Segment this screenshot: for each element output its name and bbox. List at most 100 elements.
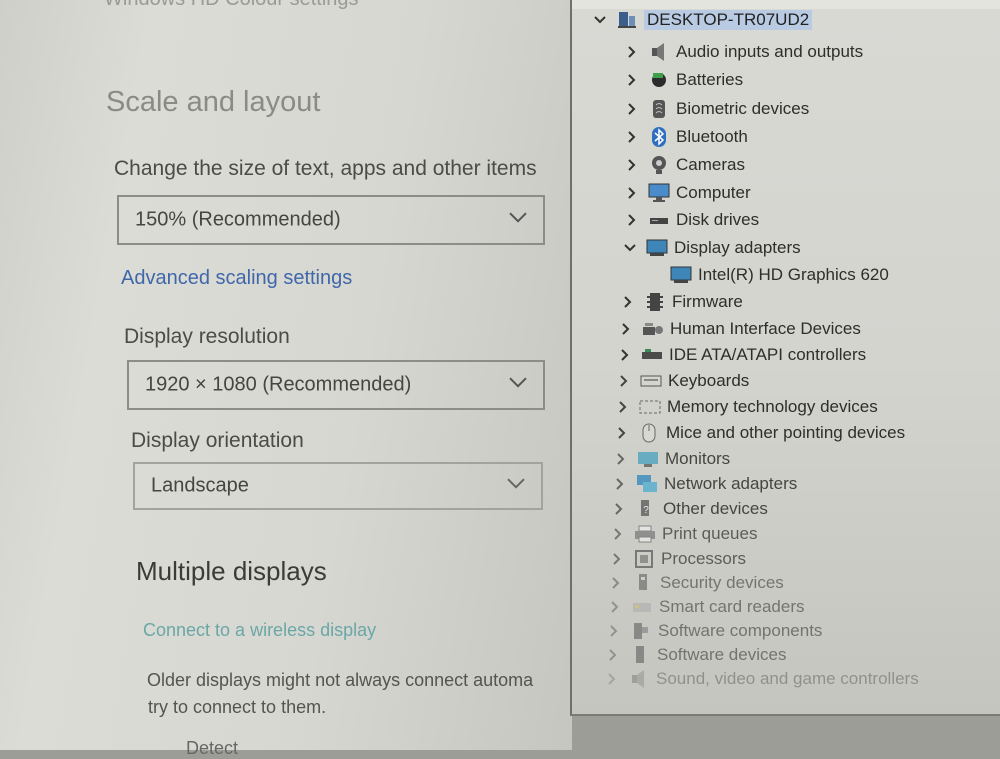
chevron-right-icon[interactable]: [624, 187, 640, 199]
controller-icon: [641, 344, 663, 366]
scale-dropdown[interactable]: 150% (Recommended): [117, 195, 545, 245]
chevron-right-icon[interactable]: [612, 478, 628, 490]
chevron-down-icon[interactable]: [592, 16, 608, 24]
chevron-right-icon[interactable]: [615, 401, 631, 413]
tree-item-monitors[interactable]: Monitors: [613, 447, 730, 471]
orientation-dropdown[interactable]: Landscape: [133, 462, 543, 510]
other-devices-icon: ?: [635, 498, 657, 520]
tree-item-other[interactable]: ? Other devices: [611, 497, 768, 521]
tree-item-display-adapters[interactable]: Display adapters: [622, 236, 801, 260]
chevron-right-icon[interactable]: [613, 453, 629, 465]
chevron-right-icon[interactable]: [608, 577, 624, 589]
chevron-right-icon[interactable]: [620, 296, 636, 308]
chevron-right-icon[interactable]: [624, 46, 640, 58]
chevron-right-icon[interactable]: [618, 323, 634, 335]
chevron-right-icon[interactable]: [611, 503, 627, 515]
tree-item-security[interactable]: Security devices: [608, 571, 784, 595]
computer-icon: [648, 182, 670, 204]
tree-item-label: Software components: [658, 621, 823, 640]
older-displays-text-2: try to connect to them.: [148, 697, 327, 717]
hd-colour-settings-link[interactable]: Windows HD Colour settings: [104, 0, 359, 11]
tree-item-cameras[interactable]: Cameras: [624, 153, 745, 177]
wireless-display-link[interactable]: Connect to a wireless display: [143, 620, 376, 641]
chevron-right-icon[interactable]: [617, 349, 633, 361]
speaker-icon: [648, 41, 670, 63]
chevron-down-icon: [509, 371, 527, 394]
device-manager-tree: DESKTOP-TR07UD2 Audio inputs and outputs…: [570, 0, 1000, 716]
tree-item-biometric[interactable]: Biometric devices: [624, 97, 809, 121]
tree-item-mice[interactable]: Mice and other pointing devices: [614, 421, 905, 445]
chevron-right-icon[interactable]: [624, 74, 640, 86]
chevron-right-icon[interactable]: [624, 214, 640, 226]
tree-item-label: Disk drives: [676, 210, 760, 229]
disk-drive-icon: [648, 209, 670, 231]
tree-root[interactable]: DESKTOP-TR07UD2: [592, 8, 813, 32]
keyboard-icon: [640, 370, 662, 392]
resolution-dropdown[interactable]: 1920 × 1080 (Recommended): [127, 360, 545, 410]
display-adapter-icon: [646, 237, 668, 259]
tree-item-firmware[interactable]: Firmware: [620, 290, 743, 314]
software-device-icon: [629, 644, 651, 666]
tree-item-label: Mice and other pointing devices: [666, 423, 906, 442]
detect-button[interactable]: Detect: [186, 738, 238, 759]
chevron-down-icon[interactable]: [622, 244, 638, 252]
tree-item-label: Software devices: [657, 645, 787, 664]
chevron-right-icon[interactable]: [610, 528, 626, 540]
chevron-down-icon: [509, 206, 527, 229]
advanced-scaling-link[interactable]: Advanced scaling settings: [121, 267, 352, 290]
software-component-icon: [630, 620, 652, 642]
tree-item-label: Cameras: [676, 155, 745, 174]
tree-item-smart-card[interactable]: Smart card readers: [607, 595, 805, 619]
tree-item-label: Batteries: [676, 70, 744, 89]
memory-icon: [639, 396, 661, 418]
tree-item-processors[interactable]: Processors: [609, 547, 746, 571]
tree-item-label: IDE ATA/ATAPI controllers: [669, 345, 867, 364]
fingerprint-icon: [648, 98, 670, 120]
mouse-icon: [638, 422, 660, 444]
tree-item-label: Keyboards: [668, 371, 750, 390]
tree-item-batteries[interactable]: Batteries: [624, 68, 743, 92]
network-icon: [636, 473, 658, 495]
tree-item-label: Firmware: [672, 292, 743, 311]
tree-item-hid[interactable]: Human Interface Devices: [618, 317, 861, 341]
chevron-right-icon[interactable]: [607, 601, 623, 613]
chevron-right-icon[interactable]: [609, 553, 625, 565]
tree-item-sound[interactable]: Sound, video and game controllers: [604, 667, 919, 691]
older-displays-text: Older displays might not always connect …: [147, 670, 534, 690]
tree-item-disk-drives[interactable]: Disk drives: [624, 208, 759, 232]
tree-item-label: Audio inputs and outputs: [676, 42, 864, 61]
chevron-right-icon[interactable]: [616, 375, 632, 387]
tree-item-software-devices[interactable]: Software devices: [605, 643, 786, 667]
smart-card-icon: [631, 596, 653, 618]
tree-item-label: Intel(R) HD Graphics 620: [698, 265, 889, 284]
battery-icon: [648, 69, 670, 91]
resolution-label: Display resolution: [124, 325, 290, 348]
tree-item-label: Bluetooth: [676, 127, 748, 146]
tree-item-ide[interactable]: IDE ATA/ATAPI controllers: [617, 343, 866, 367]
chevron-down-icon: [507, 472, 525, 495]
tree-item-label: Biometric devices: [676, 99, 810, 118]
tree-item-print-queues[interactable]: Print queues: [610, 522, 757, 546]
tree-item-memory[interactable]: Memory technology devices: [615, 395, 878, 419]
computer-icon: [616, 9, 638, 31]
tree-item-computer[interactable]: Computer: [624, 181, 751, 205]
printer-icon: [634, 523, 656, 545]
tree-item-network[interactable]: Network adapters: [612, 472, 797, 496]
tree-item-intel-hd-620[interactable]: Intel(R) HD Graphics 620: [670, 263, 889, 287]
chevron-right-icon[interactable]: [614, 427, 630, 439]
chevron-right-icon[interactable]: [624, 131, 640, 143]
tree-item-bluetooth[interactable]: Bluetooth: [624, 125, 748, 149]
tree-item-audio[interactable]: Audio inputs and outputs: [624, 40, 863, 64]
tree-item-label: Memory technology devices: [667, 397, 878, 416]
bluetooth-icon: [648, 126, 670, 148]
tree-item-software-components[interactable]: Software components: [606, 619, 822, 643]
chevron-right-icon[interactable]: [624, 159, 640, 171]
scale-layout-heading: Scale and layout: [106, 86, 321, 118]
chevron-right-icon[interactable]: [604, 673, 620, 685]
monitor-icon: [637, 448, 659, 470]
chevron-right-icon[interactable]: [606, 625, 622, 637]
chevron-right-icon[interactable]: [605, 649, 621, 661]
tree-item-keyboards[interactable]: Keyboards: [616, 369, 749, 393]
chip-icon: [644, 291, 666, 313]
chevron-right-icon[interactable]: [624, 103, 640, 115]
